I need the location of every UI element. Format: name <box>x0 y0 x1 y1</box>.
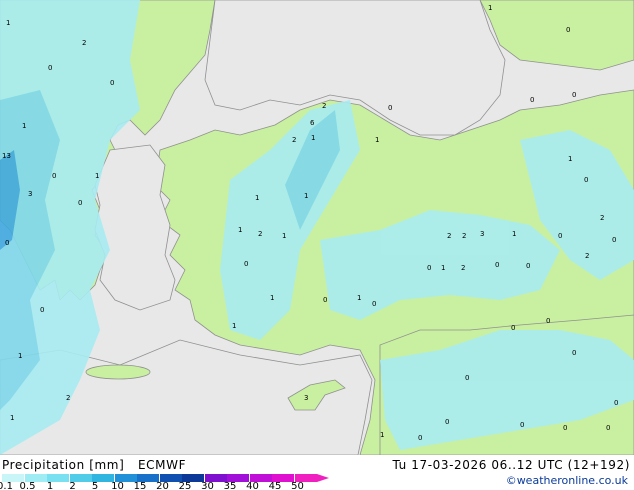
map-value-label: 0 <box>572 91 576 99</box>
map-value-label: 1 <box>18 352 22 360</box>
map-value-label: 2 <box>600 214 604 222</box>
map-value-label: 0 <box>52 172 56 180</box>
crete-island <box>85 364 151 380</box>
map-value-label: 1 <box>357 294 361 302</box>
map-value-label: 2 <box>447 232 451 240</box>
credit-text[interactable]: ©weatheronline.co.uk <box>506 474 628 487</box>
map-value-label: 0 <box>614 399 618 407</box>
map-value-label: 0 <box>323 296 327 304</box>
map-value-label: 0 <box>40 306 44 314</box>
precipitation-map: 10201000012133111121261 20110 102 2 3 10 1 2 0 00… <box>0 0 634 455</box>
map-value-label: 1 <box>375 136 379 144</box>
map-value-label: 1 <box>488 4 492 12</box>
map-value-label: 0 <box>563 424 567 432</box>
map-value-label: 0 <box>530 96 534 104</box>
map-value-label: 0 <box>572 349 576 357</box>
map-value-label: 1 <box>512 230 516 238</box>
map-value-label: 0 <box>78 199 82 207</box>
scale-tick-label: 10 <box>111 481 124 490</box>
map-value-label: 0 <box>546 317 550 325</box>
map-value-label: 0 <box>445 418 449 426</box>
map-value-label: 13 <box>2 152 11 160</box>
scale-tick-label: 35 <box>223 481 237 490</box>
map-value-label: 0 <box>495 261 499 269</box>
map-value-label: 2 <box>82 39 86 47</box>
map-value-label: 1 <box>232 322 236 330</box>
map-value-label: 2 <box>292 136 296 144</box>
map-value-label: 0 <box>465 374 469 382</box>
map-value-label: 1 <box>441 264 445 272</box>
map-value-label: 1 <box>304 192 308 200</box>
map-value-label: 3 <box>480 230 484 238</box>
color-scale: 0.1 0.5 1 2 5 10 15 20 25 30 35 40 45 50 <box>0 474 332 490</box>
map-viewer: 1 0 2 0 1 0 0 0 0 1 2 13 3 1 1 1 1 2 1 2 6 1 2 0 1 1 0 1 0 2 2 3 1 0 1 2 0 0 0… <box>0 0 634 490</box>
map-value-label: 1 <box>380 431 384 439</box>
scale-tick-label: 2 <box>69 481 76 490</box>
map-value-label: 2 <box>585 252 589 260</box>
aegean-sea <box>94 144 176 311</box>
scale-tick-label: 25 <box>178 481 192 490</box>
map-value-label: 0 <box>244 260 248 268</box>
map-value-label: 0 <box>584 176 588 184</box>
map-value-label: 0 <box>558 232 562 240</box>
scale-tick-label: 20 <box>156 481 169 490</box>
scale-tick-label: 15 <box>133 481 147 490</box>
map-value-label: 0 <box>418 434 422 442</box>
scale-tick-label: 5 <box>91 481 99 490</box>
model-name: ECMWF <box>138 458 187 472</box>
scale-tick-label: 1 <box>46 481 54 490</box>
map-value-label: 1 <box>311 134 315 142</box>
map-value-label: 2 <box>66 394 70 402</box>
scale-tick-label: 30 <box>201 481 214 490</box>
map-value-label: 0 <box>5 239 9 247</box>
map-value-label: 0 <box>427 264 431 272</box>
map-value-label: 0 <box>606 424 610 432</box>
scale-tick-label: 50 <box>291 481 304 490</box>
map-value-label: 0 <box>110 79 114 87</box>
map-value-label: 0 <box>372 300 376 308</box>
legend-bar: Precipitation [mm] ECMWF Tu 17-03-2026 0… <box>0 455 634 490</box>
map-value-label: 1 <box>255 194 259 202</box>
map-value-label: 1 <box>568 155 572 163</box>
map-value-label: 3 <box>304 394 308 402</box>
map-value-label: 1 <box>95 172 99 180</box>
scale-tick-label: 40 <box>246 481 259 490</box>
map-value-label: 0 <box>520 421 524 429</box>
map-value-label: 1 <box>10 414 14 422</box>
map-value-label: 0 <box>48 64 52 72</box>
map-value-label: 2 <box>258 230 262 238</box>
map-value-label: 1 <box>22 122 26 130</box>
scale-arrow <box>317 474 329 482</box>
map-value-label: 0 <box>388 104 392 112</box>
map-value-label: 3 <box>28 190 32 198</box>
scale-tick-label: 0.5 <box>19 481 36 490</box>
map-value-label: 0 <box>612 236 616 244</box>
map-value-label: 2 <box>322 102 326 110</box>
map-value-label: 0 <box>526 262 530 270</box>
valid-datetime: Tu 17-03-2026 06..12 UTC (12+192) <box>392 458 630 472</box>
map-value-label: 6 <box>310 119 315 127</box>
map-title: Precipitation [mm] <box>2 458 125 472</box>
map-value-label: 0 <box>511 324 515 332</box>
map-value-label: 1 <box>6 19 10 27</box>
map-value-label: 1 <box>238 226 242 234</box>
map-value-label: 0 <box>566 26 570 34</box>
map-value-label: 2 <box>461 264 465 272</box>
map-value-label: 1 <box>270 294 274 302</box>
scale-tick-label: 0.1 <box>0 481 13 490</box>
map-value-label: 1 <box>282 232 286 240</box>
scale-tick-label: 45 <box>268 481 282 490</box>
map-value-label: 2 <box>462 232 466 240</box>
